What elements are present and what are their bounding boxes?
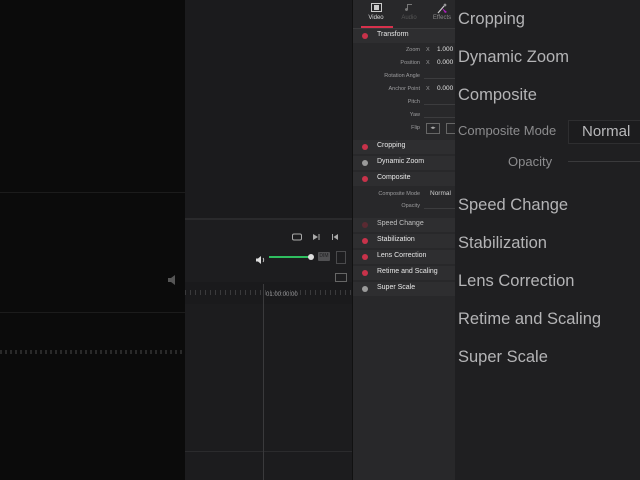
magic-wand-icon bbox=[425, 3, 459, 15]
section-lens-correction[interactable]: Lens Correction bbox=[353, 250, 455, 264]
pitch-label: Pitch bbox=[407, 99, 420, 105]
section-label: Lens Correction bbox=[377, 252, 427, 259]
speaker-icon bbox=[166, 272, 186, 290]
zoom-composite-mode: Composite Mode bbox=[458, 123, 557, 138]
timeline-timecode: 01:00:00:00 bbox=[266, 292, 298, 298]
zoom-retime-scaling: Retime and Scaling bbox=[458, 310, 602, 328]
section-label: Stabilization bbox=[377, 236, 415, 243]
enable-toggle[interactable] bbox=[362, 254, 368, 260]
section-label: Retime and Scaling bbox=[377, 268, 438, 275]
section-label: Transform bbox=[377, 31, 409, 38]
dim-button[interactable]: DIM bbox=[318, 252, 330, 261]
zoom-stabilization: Stabilization bbox=[458, 234, 547, 252]
anchor-axis-label: X bbox=[426, 86, 430, 92]
music-note-icon bbox=[392, 3, 426, 15]
section-speed-change[interactable]: Speed Change bbox=[353, 218, 455, 232]
enable-toggle[interactable] bbox=[362, 286, 368, 292]
position-label: Position bbox=[400, 60, 420, 66]
section-cropping[interactable]: Cropping bbox=[353, 140, 455, 154]
section-label: Super Scale bbox=[377, 284, 416, 291]
section-label: Dynamic Zoom bbox=[377, 158, 425, 165]
left-background bbox=[0, 0, 185, 480]
yaw-field[interactable] bbox=[424, 117, 455, 118]
anchor-point-x-field[interactable]: 0.000 bbox=[437, 85, 453, 92]
anchor-point-label: Anchor Point bbox=[388, 86, 421, 92]
flip-label: Flip bbox=[411, 125, 420, 131]
zoom-opacity-field bbox=[568, 161, 640, 162]
position-x-field[interactable]: 0.000 bbox=[437, 59, 453, 66]
zoom-axis-label: X bbox=[426, 47, 430, 53]
bg-divider bbox=[0, 312, 185, 313]
section-label: Composite bbox=[377, 174, 411, 181]
enable-toggle[interactable] bbox=[362, 176, 368, 182]
zoom-lens-correction: Lens Correction bbox=[458, 272, 575, 290]
section-super-scale[interactable]: Super Scale bbox=[353, 282, 455, 296]
pitch-field[interactable] bbox=[424, 104, 455, 105]
film-icon bbox=[359, 3, 393, 15]
bg-divider bbox=[0, 192, 185, 193]
opacity-label: Opacity bbox=[401, 203, 420, 209]
section-stabilization[interactable]: Stabilization bbox=[353, 234, 455, 248]
zoom-label: Zoom bbox=[405, 47, 420, 53]
position-axis-label: X bbox=[426, 60, 430, 66]
tab-label: Audio bbox=[401, 15, 417, 21]
previous-clip-icon[interactable] bbox=[330, 229, 340, 240]
composite-mode-label: Composite Mode bbox=[378, 191, 420, 197]
volume-slider[interactable] bbox=[269, 256, 311, 258]
next-frame-icon[interactable] bbox=[311, 229, 321, 240]
section-label: Cropping bbox=[377, 142, 406, 149]
enable-toggle[interactable] bbox=[362, 160, 368, 166]
yaw-label: Yaw bbox=[409, 112, 420, 118]
audio-meter-button[interactable] bbox=[336, 251, 346, 264]
rotation-angle-field[interactable] bbox=[424, 78, 455, 79]
zoom-composite: Composite bbox=[458, 86, 537, 104]
enable-toggle[interactable] bbox=[362, 270, 368, 276]
flip-vertical-icon[interactable] bbox=[446, 123, 455, 134]
zoom-opacity: Opacity bbox=[508, 154, 553, 169]
opacity-field[interactable] bbox=[424, 208, 455, 209]
enable-toggle[interactable] bbox=[362, 33, 368, 39]
composite-mode-dropdown[interactable]: Normal bbox=[430, 190, 451, 197]
track-divider bbox=[185, 451, 352, 452]
enable-toggle[interactable] bbox=[362, 222, 368, 228]
zoom-x-field[interactable]: 1.000 bbox=[437, 46, 453, 53]
flip-horizontal-icon[interactable]: ◂▸ bbox=[426, 123, 440, 134]
timeline-tracks[interactable] bbox=[185, 304, 352, 480]
enable-toggle[interactable] bbox=[362, 238, 368, 244]
tab-audio[interactable]: Audio bbox=[392, 3, 426, 21]
tab-label: Video bbox=[368, 15, 384, 21]
section-label: Speed Change bbox=[377, 220, 424, 227]
video-viewer[interactable] bbox=[185, 0, 352, 220]
tab-label: Effects bbox=[432, 15, 452, 21]
zoom-dynamic-zoom: Dynamic Zoom bbox=[458, 48, 569, 66]
loop-icon[interactable] bbox=[291, 229, 303, 241]
zoom-cropping: Cropping bbox=[458, 10, 525, 28]
volume-icon[interactable] bbox=[255, 252, 267, 264]
section-dynamic-zoom[interactable]: Dynamic Zoom bbox=[353, 156, 455, 170]
zoom-normal: Normal bbox=[582, 123, 631, 140]
bg-ruler bbox=[0, 350, 185, 354]
timeline-options-icon[interactable] bbox=[335, 273, 347, 282]
playhead[interactable] bbox=[263, 284, 264, 480]
zoom-speed-change: Speed Change bbox=[458, 196, 569, 214]
tab-video[interactable]: Video bbox=[359, 3, 393, 21]
enable-toggle[interactable] bbox=[362, 144, 368, 150]
tab-effects[interactable]: Effects bbox=[425, 3, 459, 21]
zoom-super-scale: Super Scale bbox=[458, 348, 548, 366]
section-composite[interactable]: Composite bbox=[353, 172, 455, 186]
section-transform[interactable]: Transform bbox=[353, 29, 455, 43]
section-retime-scaling[interactable]: Retime and Scaling bbox=[353, 266, 455, 280]
rotation-angle-label: Rotation Angle bbox=[384, 73, 420, 79]
volume-slider-handle[interactable] bbox=[308, 254, 314, 260]
